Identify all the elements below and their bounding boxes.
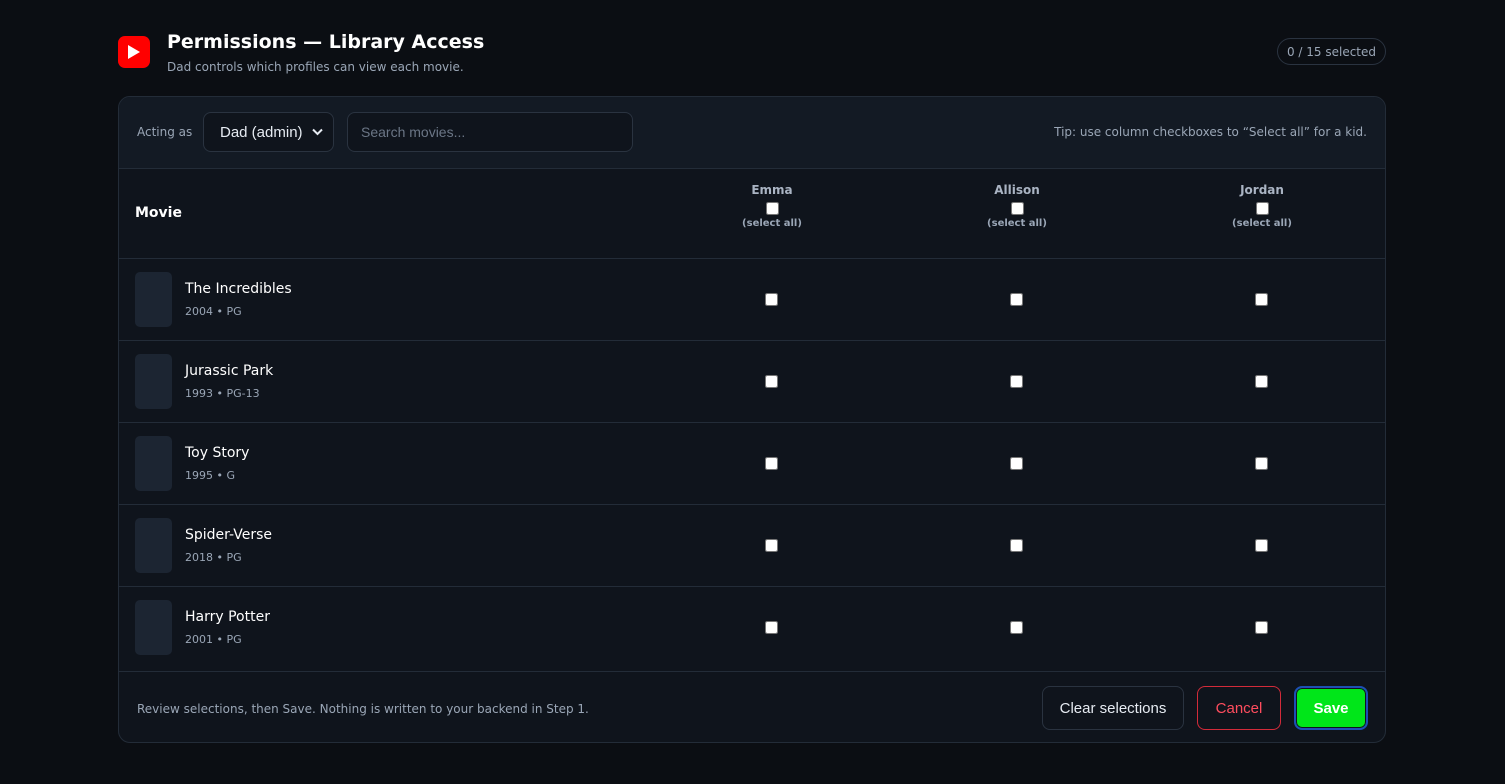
page-title: Permissions — Library Access [167, 31, 485, 53]
permission-checkbox-jordan[interactable] [1255, 457, 1268, 470]
table-row: Toy Story 1995 • G [119, 423, 1385, 505]
permission-checkbox-jordan[interactable] [1255, 375, 1268, 388]
select-all-tip: Tip: use column checkboxes to “Select al… [1054, 125, 1367, 139]
select-all-checkbox-jordan[interactable] [1255, 202, 1269, 215]
permission-checkbox-emma[interactable] [765, 293, 778, 306]
toolbar: Acting as Dad (admin) Tip: use column ch… [119, 97, 1385, 169]
acting-as-value: Dad (admin) [220, 123, 303, 141]
permission-checkbox-allison[interactable] [1010, 457, 1023, 470]
movie-poster [135, 518, 172, 573]
movie-rows: The Incredibles 2004 • PG Jurassic Park … [119, 259, 1385, 669]
movie-meta: 2018 • PG [185, 551, 242, 564]
movie-title: Jurassic Park [185, 363, 274, 379]
permissions-panel: Acting as Dad (admin) Tip: use column ch… [118, 96, 1386, 743]
selected-count-badge: 0 / 15 selected [1276, 38, 1386, 65]
permission-checkbox-allison[interactable] [1010, 621, 1023, 634]
permission-checkbox-emma[interactable] [765, 539, 778, 552]
permission-checkbox-allison[interactable] [1010, 375, 1023, 388]
permission-checkbox-emma[interactable] [765, 375, 778, 388]
select-all-checkbox-emma[interactable] [765, 202, 779, 215]
table-row: Jurassic Park 1993 • PG-13 [119, 341, 1385, 423]
movie-title: Harry Potter [185, 609, 270, 625]
movie-poster [135, 272, 172, 327]
profile-name: Emma [751, 183, 793, 197]
movie-meta: 2004 • PG [185, 305, 242, 318]
page-subtitle: Dad controls which profiles can view eac… [167, 60, 464, 74]
movie-poster [135, 436, 172, 491]
select-all-checkbox-allison[interactable] [1010, 202, 1024, 215]
footer-note: Review selections, then Save. Nothing is… [137, 702, 589, 716]
movie-poster [135, 600, 172, 655]
page-header: Permissions — Library Access Dad control… [118, 30, 1386, 80]
movie-meta: 2001 • PG [185, 633, 242, 646]
select-all-label: (select all) [742, 218, 802, 229]
profile-column-allison: Allison (select all) [937, 183, 1097, 229]
clear-selections-button[interactable]: Clear selections [1042, 686, 1184, 730]
movie-title: Toy Story [185, 445, 250, 461]
cancel-button[interactable]: Cancel [1197, 686, 1281, 730]
acting-as-label: Acting as [137, 125, 193, 139]
profile-column-emma: Emma (select all) [692, 183, 852, 229]
acting-as-select[interactable]: Dad (admin) [203, 112, 334, 152]
movie-title: Spider-Verse [185, 527, 273, 543]
search-input[interactable] [347, 112, 633, 152]
permission-checkbox-jordan[interactable] [1255, 539, 1268, 552]
table-row: Spider-Verse 2018 • PG [119, 505, 1385, 587]
movie-title: The Incredibles [185, 281, 292, 297]
select-all-label: (select all) [1232, 218, 1292, 229]
table-header: Movie Emma (select all) Allison (select … [119, 169, 1385, 259]
panel-footer: Review selections, then Save. Nothing is… [119, 671, 1385, 742]
permission-checkbox-allison[interactable] [1010, 293, 1023, 306]
permission-checkbox-emma[interactable] [765, 457, 778, 470]
permission-checkbox-jordan[interactable] [1255, 293, 1268, 306]
movie-poster [135, 354, 172, 409]
movie-meta: 1993 • PG-13 [185, 387, 260, 400]
permission-checkbox-emma[interactable] [765, 621, 778, 634]
select-all-label: (select all) [987, 218, 1047, 229]
profile-column-jordan: Jordan (select all) [1182, 183, 1342, 229]
save-button[interactable]: Save [1294, 686, 1368, 730]
permission-checkbox-allison[interactable] [1010, 539, 1023, 552]
table-row: Harry Potter 2001 • PG [119, 587, 1385, 669]
profile-name: Allison [994, 183, 1040, 197]
play-logo-icon [118, 36, 150, 68]
permission-checkbox-jordan[interactable] [1255, 621, 1268, 634]
profile-name: Jordan [1240, 183, 1284, 197]
movie-meta: 1995 • G [185, 469, 235, 482]
movie-column-header: Movie [135, 205, 182, 221]
chevron-down-icon [312, 128, 323, 136]
table-row: The Incredibles 2004 • PG [119, 259, 1385, 341]
